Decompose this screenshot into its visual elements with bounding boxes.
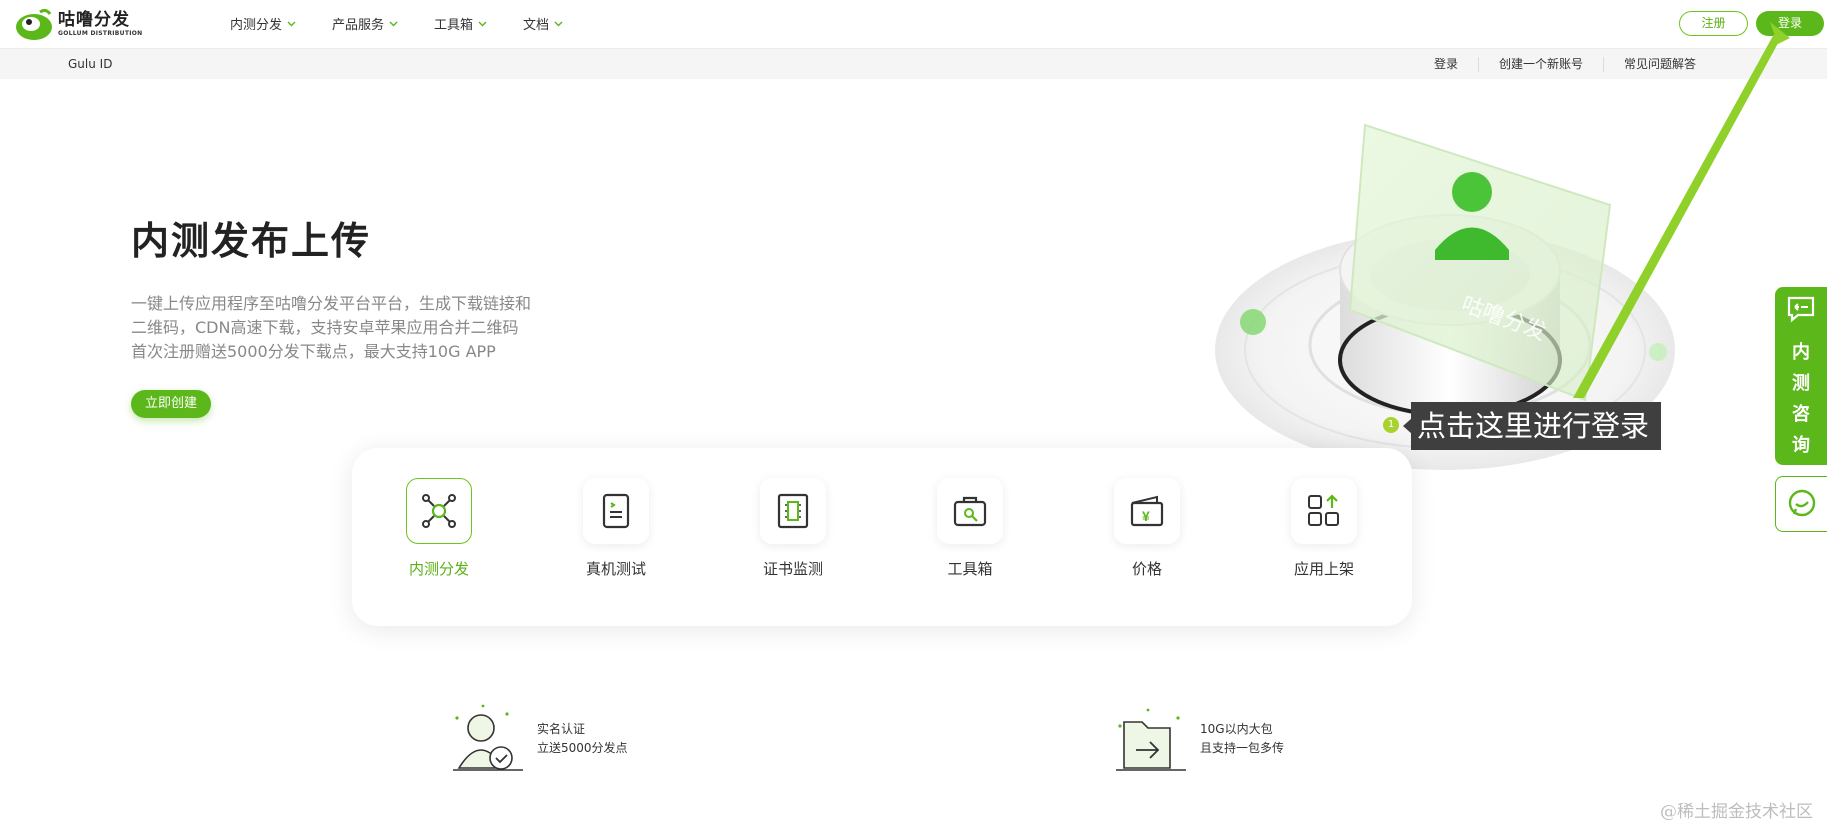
feature-label: 价格 [1131,560,1162,578]
consult-char: 询 [1792,435,1810,456]
benefit-real-name: 实名认证 立送5000分发点 [449,704,628,774]
account-subbar: Gulu ID 登录 创建一个新账号 常见问题解答 [0,48,1827,79]
login-button[interactable]: 登录 [1756,11,1824,36]
feature-label: 真机测试 [585,560,646,578]
benefit-line: 立送5000分发点 [537,741,628,755]
callout-tooltip: 点击这里进行登录 [1411,402,1661,450]
certificate-icon [760,478,826,544]
consult-char: 咨 [1792,404,1810,425]
feature-toolbox[interactable]: 工具箱 [925,478,1015,579]
chevron-down-icon [389,21,398,26]
sublink-faq[interactable]: 常见问题解答 [1604,57,1716,72]
nav-label: 工具箱 [434,18,474,33]
feature-label: 内测分发 [408,560,469,578]
svg-text:¥: ¥ [1142,508,1150,524]
hero-title: 内测发布上传 [131,219,372,263]
nav-item-products[interactable]: 产品服务 [332,14,398,33]
chevron-down-icon [478,21,487,26]
account-links: 登录 创建一个新账号 常见问题解答 [1416,57,1716,72]
hero-description: 一键上传应用程序至咕噜分发平台平台，生成下载链接和 二维码，CDN高速下载，支持… [131,292,611,364]
nav-label: 产品服务 [332,18,385,33]
create-now-button[interactable]: 立即创建 [131,390,211,418]
feature-label: 证书监测 [762,560,823,578]
benefit-line: 10G以内大包 [1200,722,1273,736]
logo-icon [16,8,52,40]
benefit-line: 且支持一包多传 [1200,741,1285,755]
chat-float-button[interactable] [1775,476,1827,532]
feature-card: 内测分发 真机测试 证书监测 工具箱 ¥ 价格 应用上架 [352,448,1412,626]
wallet-yen-icon: ¥ [1114,478,1180,544]
sublink-create-account[interactable]: 创建一个新账号 [1479,57,1605,72]
nav-item-beta-distribution[interactable]: 内测分发 [230,14,296,33]
brand-logo[interactable]: 咕噜分发 GOLLUM DISTRIBUTION [14,6,142,42]
consult-float-button[interactable]: 内 测 咨 询 [1775,287,1827,465]
folder-upload-icon [1116,708,1186,771]
callout-step-badge: 1 [1383,417,1399,433]
brand-name: 咕噜分发 [58,10,130,30]
top-nav-bar: 咕噜分发 GOLLUM DISTRIBUTION 内测分发 产品服务 工具箱 文… [0,0,1827,48]
watermark-text: @稀土掘金技术社区 [1660,802,1813,822]
feature-pricing[interactable]: ¥ 价格 [1102,478,1192,579]
subbar-title: Gulu ID [68,57,113,71]
feature-beta-distribution[interactable]: 内测分发 [394,478,484,579]
sublink-login[interactable]: 登录 [1416,57,1480,72]
hero-desc-line: 二维码，CDN高速下载，支持安卓苹果应用合并二维码 [131,318,519,337]
register-button[interactable]: 注册 [1679,11,1748,36]
phone-test-icon [583,478,649,544]
nav-label: 内测分发 [230,18,283,33]
nav-item-docs[interactable]: 文档 [523,14,563,33]
feature-app-listing[interactable]: 应用上架 [1279,478,1369,579]
benefit-large-package: 10G以内大包 且支持一包多传 [1112,704,1284,774]
feature-device-test[interactable]: 真机测试 [571,478,661,579]
main-nav: 内测分发 产品服务 工具箱 文档 [230,14,563,33]
consult-char: 测 [1792,373,1810,394]
toolbox-icon [937,478,1003,544]
nav-item-toolbox[interactable]: 工具箱 [434,14,487,33]
chevron-down-icon [287,21,296,26]
feature-label: 工具箱 [947,560,993,578]
benefit-line: 实名认证 [537,722,586,736]
network-icon [406,478,472,544]
verified-user-icon [453,704,523,771]
message-icon [1787,296,1815,323]
nav-label: 文档 [523,18,550,33]
chevron-down-icon [554,21,563,26]
feature-label: 应用上架 [1293,560,1354,578]
hero-desc-line: 首次注册赠送5000分发下载点，最大支持10G APP [131,342,496,361]
feature-cert-monitor[interactable]: 证书监测 [748,478,838,579]
wechat-icon [1788,489,1815,517]
apps-upload-icon [1291,478,1357,544]
brand-name-en: GOLLUM DISTRIBUTION [58,30,143,37]
hero-desc-line: 一键上传应用程序至咕噜分发平台平台，生成下载链接和 [131,294,532,313]
consult-char: 内 [1792,342,1810,363]
